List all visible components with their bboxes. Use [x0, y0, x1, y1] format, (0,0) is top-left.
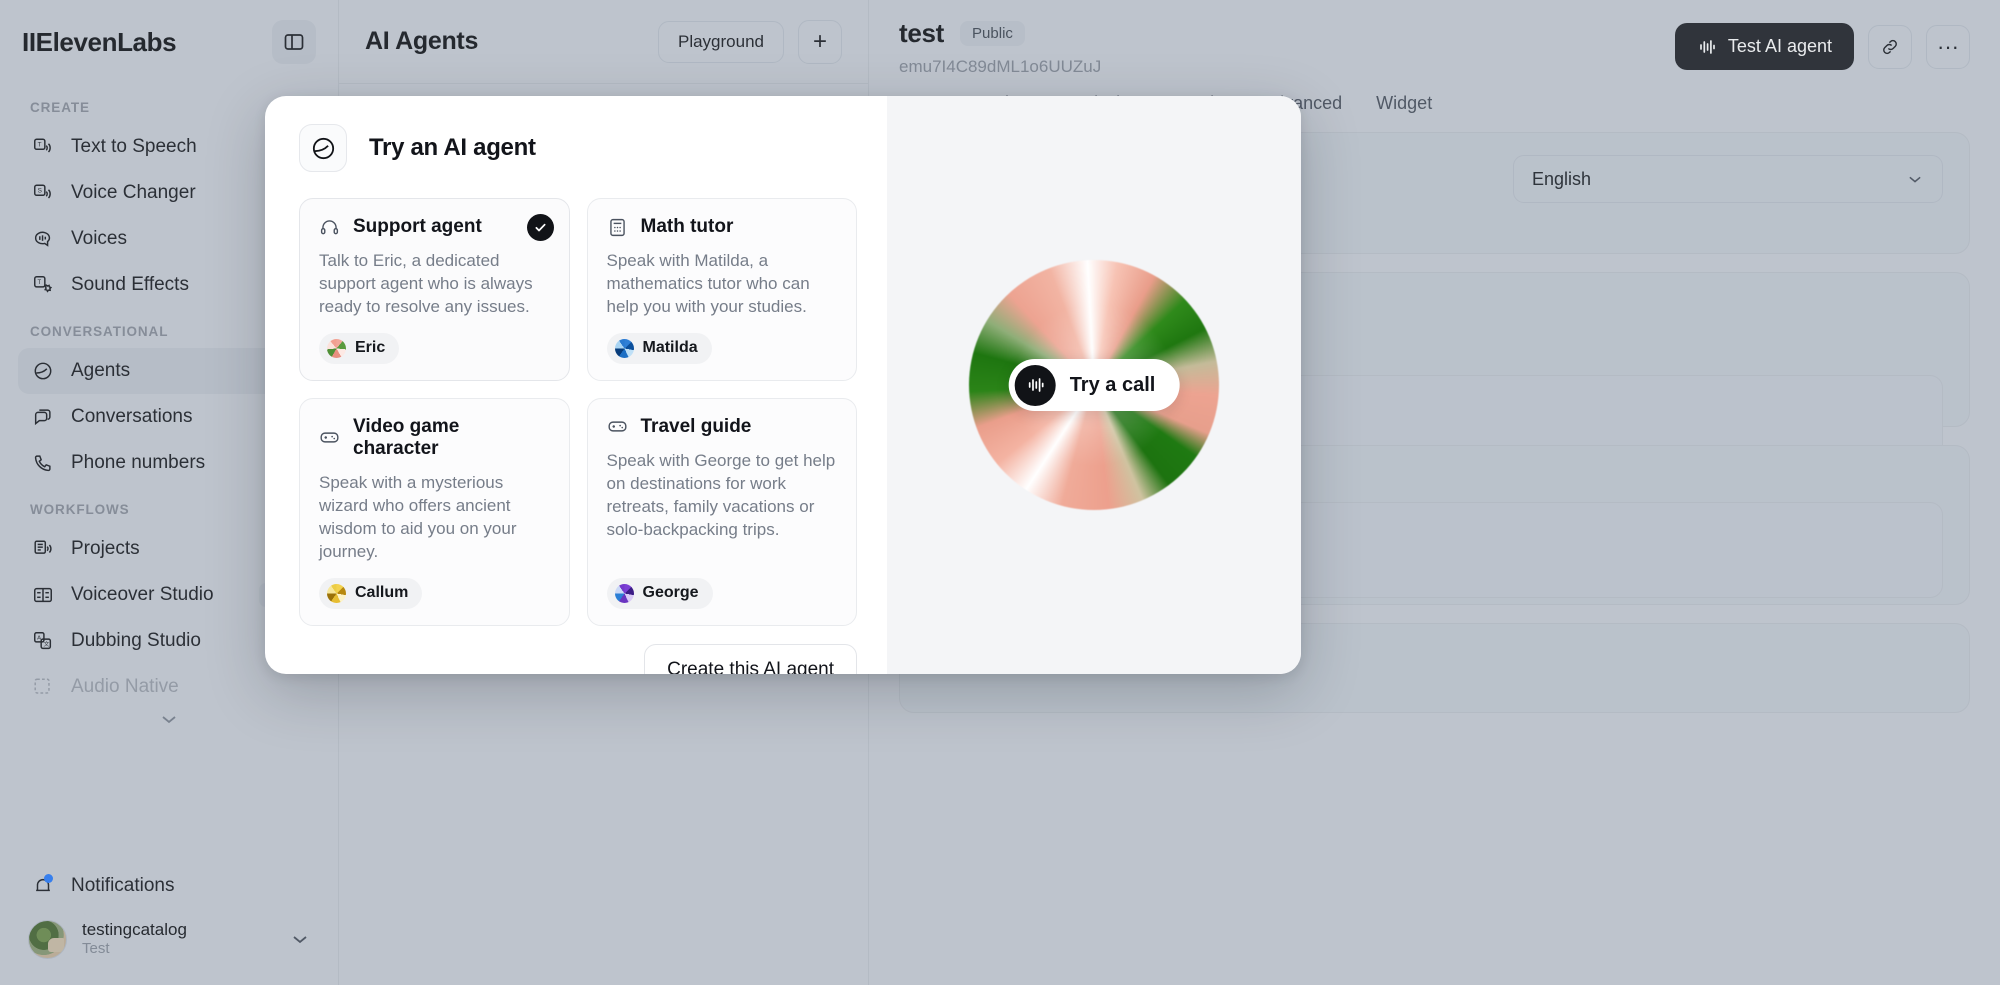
- voice-avatar-icon: [615, 339, 634, 358]
- gamepad-icon: [319, 427, 340, 448]
- template-name: Math tutor: [641, 216, 734, 238]
- template-card-travel-guide[interactable]: Travel guide Speak with George to get he…: [587, 398, 858, 626]
- template-card-math-tutor[interactable]: Math tutor Speak with Matilda, a mathema…: [587, 198, 858, 381]
- calculator-icon: [607, 217, 628, 238]
- template-description: Speak with Matilda, a mathematics tutor …: [607, 250, 838, 319]
- modal-header: Try an AI agent: [299, 124, 857, 172]
- voice-avatar-icon: [615, 584, 634, 603]
- template-name: Video game character: [353, 416, 550, 460]
- voice-name: Matilda: [643, 339, 698, 357]
- try-agent-modal: Try an AI agent: [265, 96, 1301, 674]
- selected-check-icon: [527, 214, 554, 241]
- voice-chip[interactable]: George: [607, 578, 713, 609]
- voice-chip[interactable]: Eric: [319, 333, 399, 364]
- try-a-call-button[interactable]: Try a call: [1009, 359, 1180, 411]
- voice-avatar-icon: [327, 584, 346, 603]
- template-card-video-game-character[interactable]: Video game character Speak with a myster…: [299, 398, 570, 626]
- template-name: Support agent: [353, 216, 482, 238]
- voice-name: Callum: [355, 584, 408, 602]
- voice-chip[interactable]: Callum: [319, 578, 422, 609]
- template-grid: Support agent Talk to Eric, a dedicated …: [299, 198, 857, 626]
- waveform-icon: [1015, 365, 1056, 406]
- template-description: Speak with a mysterious wizard who offer…: [319, 472, 550, 564]
- modal-right-pane: Try a call: [887, 96, 1301, 674]
- template-name: Travel guide: [641, 416, 752, 438]
- create-this-ai-agent-button[interactable]: Create this AI agent: [644, 644, 857, 674]
- template-description: Speak with George to get help on destina…: [607, 450, 838, 564]
- voice-name: Eric: [355, 339, 385, 357]
- app-root: IIElevenLabs CREATE T Text to Speech: [0, 0, 2000, 985]
- template-description: Talk to Eric, a dedicated support agent …: [319, 250, 550, 319]
- try-a-call-label: Try a call: [1070, 374, 1156, 397]
- agent-circle-icon: [299, 124, 347, 172]
- voice-name: George: [643, 584, 699, 602]
- modal-footer: Create this AI agent: [299, 626, 857, 674]
- modal-title: Try an AI agent: [369, 134, 536, 162]
- headphones-icon: [319, 217, 340, 238]
- modal-left-pane: Try an AI agent: [265, 96, 887, 674]
- voice-chip[interactable]: Matilda: [607, 333, 712, 364]
- template-card-support-agent[interactable]: Support agent Talk to Eric, a dedicated …: [299, 198, 570, 381]
- gamepad-icon: [607, 416, 628, 437]
- voice-avatar-icon: [327, 339, 346, 358]
